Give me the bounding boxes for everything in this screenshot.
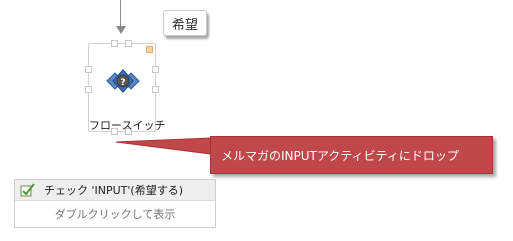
- case-label-text: 希望: [171, 17, 198, 33]
- instruction-callout: メルマガのINPUTアクティビティにドロップ: [210, 136, 493, 174]
- flow-switch-icon: ?: [106, 69, 140, 93]
- top-port-left[interactable]: [111, 40, 118, 47]
- right-port-top[interactable]: [152, 66, 159, 73]
- callout-pointer: [115, 137, 212, 155]
- left-port-top[interactable]: [85, 66, 92, 73]
- incoming-connector-arrowhead: [116, 26, 126, 34]
- incoming-connector-line: [120, 0, 121, 28]
- activity-card-hint: ダブルクリックして表示: [54, 208, 176, 221]
- activity-card-header[interactable]: チェック 'INPUT'(希望する): [15, 180, 215, 201]
- svg-text:?: ?: [120, 78, 125, 88]
- callout-text: メルマガのINPUTアクティビティにドロップ: [221, 148, 459, 163]
- right-port-bottom[interactable]: [152, 86, 159, 93]
- check-activity-icon: [20, 183, 36, 197]
- case-label-bubble[interactable]: 希望: [163, 10, 207, 36]
- activity-card-title: チェック 'INPUT'(希望する): [44, 184, 184, 197]
- check-activity-card[interactable]: チェック 'INPUT'(希望する) ダブルクリックして表示: [14, 179, 216, 228]
- activity-card-body[interactable]: ダブルクリックして表示: [15, 201, 215, 227]
- node-corner-marker: [146, 46, 153, 53]
- top-port-right[interactable]: [125, 40, 132, 47]
- left-port-bottom[interactable]: [85, 86, 92, 93]
- flow-switch-node[interactable]: ? フロースイッチ: [85, 40, 165, 135]
